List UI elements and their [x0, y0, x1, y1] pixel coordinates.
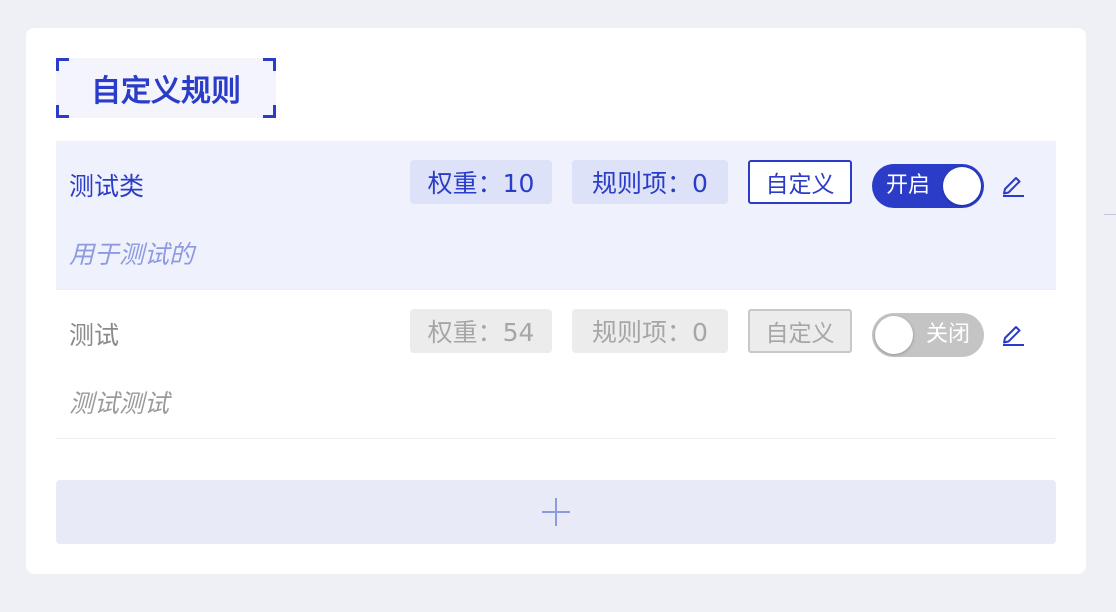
custom-button[interactable]: 自定义: [748, 309, 852, 353]
side-divider: [1104, 214, 1116, 215]
edit-icon[interactable]: [1000, 320, 1026, 346]
rule-items-tag: 规则项：0: [572, 160, 728, 204]
edit-icon[interactable]: [1000, 171, 1026, 197]
toggle-knob: [875, 316, 913, 354]
add-rule-button[interactable]: [56, 480, 1056, 544]
enable-toggle[interactable]: 关闭: [872, 313, 984, 357]
rule-item: 测试类 权重：10 规则项：0 自定义 开启 用于测试的: [56, 141, 1056, 290]
custom-rules-card: 自定义规则 测试类 权重：10 规则项：0 自定义 开启 用于测试的 测试 权重…: [26, 28, 1086, 574]
enable-toggle[interactable]: 开启: [872, 164, 984, 208]
rule-description: 用于测试的: [69, 240, 195, 269]
rule-item: 测试 权重：54 规则项：0 自定义 关闭 测试测试: [56, 290, 1056, 439]
weight-tag: 权重：10: [410, 160, 552, 204]
toggle-label: 开启: [886, 173, 931, 198]
rule-description: 测试测试: [69, 389, 170, 418]
plus-icon: [542, 498, 570, 526]
custom-button[interactable]: 自定义: [748, 160, 852, 204]
toggle-label: 关闭: [925, 322, 970, 347]
weight-tag: 权重：54: [410, 309, 552, 353]
toggle-knob: [943, 167, 981, 205]
section-title: 自定义规则: [91, 74, 241, 109]
section-title-box: 自定义规则: [56, 58, 276, 118]
rule-name: 测试: [69, 321, 120, 350]
rule-name: 测试类: [69, 172, 145, 201]
rule-items-tag: 规则项：0: [572, 309, 728, 353]
